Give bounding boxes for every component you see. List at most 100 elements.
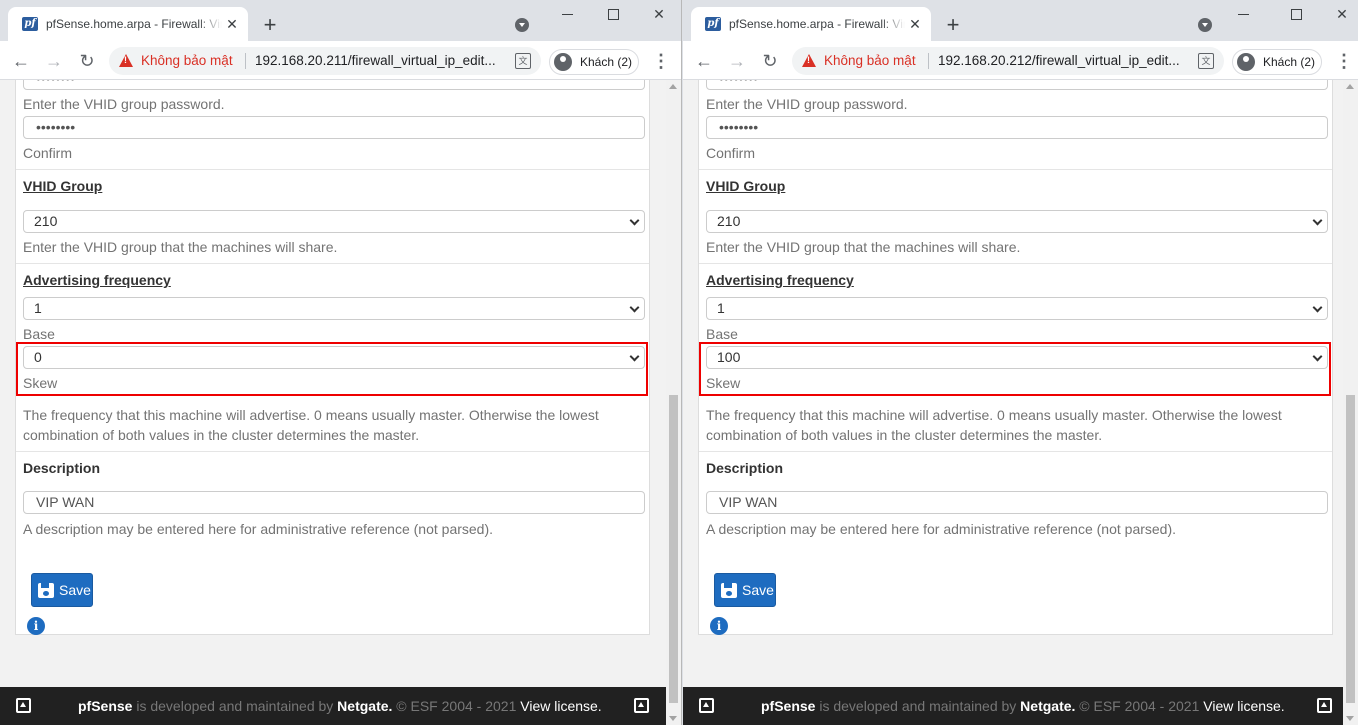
vhid-password-confirm-field[interactable]: •••••••• xyxy=(23,116,645,139)
save-button[interactable]: Save xyxy=(714,573,776,607)
scroll-down-arrow-icon[interactable] xyxy=(1346,716,1354,721)
profile-button[interactable]: Khách (2) xyxy=(1232,49,1322,75)
vhid-group-label: VHID Group xyxy=(23,178,103,194)
confirm-help-text: Confirm xyxy=(706,145,756,161)
base-help-text: Base xyxy=(706,326,738,342)
browser-tab[interactable]: pf pfSense.home.arpa - Firewall: Virtual… xyxy=(691,7,931,41)
page-content: •••••••• Enter the VHID group password. … xyxy=(683,80,1358,687)
vhid-group-select[interactable]: 210 xyxy=(23,210,645,233)
translate-icon[interactable]: 文 xyxy=(515,53,531,69)
browser-window-right: pf pfSense.home.arpa - Firewall: Virtual… xyxy=(683,0,1358,725)
minimize-icon[interactable] xyxy=(560,6,576,22)
chevron-down-icon xyxy=(629,215,640,226)
footer-text-2: © ESF 2004 - 2021 xyxy=(1075,698,1204,714)
back-arrow-icon[interactable]: ← xyxy=(10,50,32,72)
address-bar[interactable]: Không bảo mật 192.168.20.211/firewall_vi… xyxy=(109,47,541,75)
scroll-up-arrow-icon[interactable] xyxy=(1346,84,1354,89)
tab-title: pfSense.home.arpa - Firewall: Virtual IP… xyxy=(46,17,222,31)
menu-kebab-icon[interactable]: ⋮ xyxy=(1335,51,1353,71)
browser-toolbar: ← → ↻ Không bảo mật 192.168.20.211/firew… xyxy=(0,41,681,80)
floppy-disk-icon xyxy=(721,583,737,598)
security-label[interactable]: Không bảo mật xyxy=(141,53,233,68)
vhid-group-select[interactable]: 210 xyxy=(706,210,1328,233)
url-text[interactable]: 192.168.20.211/firewall_virtual_ip_edit.… xyxy=(255,53,496,68)
url-text[interactable]: 192.168.20.212/firewall_virtual_ip_edit.… xyxy=(938,53,1180,68)
tab-title: pfSense.home.arpa - Firewall: Virtual IP… xyxy=(729,17,905,31)
scroll-top-icon[interactable] xyxy=(634,698,649,713)
form-panel: •••••••• Enter the VHID group password. … xyxy=(15,80,650,635)
scroll-down-arrow-icon[interactable] xyxy=(669,716,677,721)
omnibox-divider xyxy=(245,53,246,69)
avatar xyxy=(1237,53,1255,71)
maximize-icon[interactable] xyxy=(1288,6,1304,22)
browser-tab[interactable]: pf pfSense.home.arpa - Firewall: Virtual… xyxy=(8,7,248,41)
view-license-link[interactable]: View license. xyxy=(1203,698,1284,714)
floppy-disk-icon xyxy=(38,583,54,598)
page-scrollbar[interactable] xyxy=(1343,80,1358,725)
close-window-icon[interactable]: ✕ xyxy=(1334,6,1350,22)
row-divider xyxy=(16,263,649,264)
row-divider xyxy=(699,263,1332,264)
description-label: Description xyxy=(706,460,784,476)
vhid-password-field[interactable]: •••••••• xyxy=(23,80,645,90)
tab-search-icon[interactable] xyxy=(1198,18,1212,32)
scroll-top-icon[interactable] xyxy=(699,698,714,713)
footer-text-1: is developed and maintained by xyxy=(815,698,1021,714)
chevron-down-icon xyxy=(1312,302,1323,313)
adv-base-select[interactable]: 1 xyxy=(706,297,1328,320)
vhid-password-field[interactable]: •••••••• xyxy=(706,80,1328,90)
warning-triangle-icon xyxy=(119,54,133,67)
footer-text-2: © ESF 2004 - 2021 xyxy=(392,698,521,714)
tab-close-icon[interactable]: ✕ xyxy=(224,16,240,32)
description-help-text: A description may be entered here for ad… xyxy=(23,521,494,537)
forward-arrow-icon[interactable]: → xyxy=(726,50,748,72)
footer-text: pfSense is developed and maintained by N… xyxy=(78,698,602,714)
description-input[interactable]: VIP WAN xyxy=(706,491,1328,514)
view-license-link[interactable]: View license. xyxy=(520,698,601,714)
tab-strip: pf pfSense.home.arpa - Firewall: Virtual… xyxy=(683,0,1358,41)
page-scrollbar[interactable] xyxy=(666,80,681,725)
close-window-icon[interactable]: ✕ xyxy=(651,6,667,22)
scroll-up-arrow-icon[interactable] xyxy=(669,84,677,89)
vhid-group-value: 210 xyxy=(34,213,58,229)
info-circle-icon[interactable]: i xyxy=(710,617,728,635)
new-tab-button[interactable]: + xyxy=(258,14,282,38)
advertising-frequency-label: Advertising frequency xyxy=(706,272,854,288)
tab-close-icon[interactable]: ✕ xyxy=(907,16,923,32)
footer-text: pfSense is developed and maintained by N… xyxy=(761,698,1285,714)
security-label[interactable]: Không bảo mật xyxy=(824,53,916,68)
profile-button[interactable]: Khách (2) xyxy=(549,49,639,75)
footer-company[interactable]: Netgate. xyxy=(337,698,392,714)
omnibox-divider xyxy=(928,53,929,69)
scroll-top-icon[interactable] xyxy=(16,698,31,713)
reload-icon[interactable]: ↻ xyxy=(759,50,781,72)
vhid-password-confirm-field[interactable]: •••••••• xyxy=(706,116,1328,139)
footer-company[interactable]: Netgate. xyxy=(1020,698,1075,714)
page-footer: pfSense is developed and maintained by N… xyxy=(683,687,1343,725)
scroll-top-icon[interactable] xyxy=(1317,698,1332,713)
adv-base-select[interactable]: 1 xyxy=(23,297,645,320)
warning-triangle-icon xyxy=(802,54,816,67)
minimize-icon[interactable] xyxy=(1236,6,1252,22)
description-input[interactable]: VIP WAN xyxy=(23,491,645,514)
password-help-text: Enter the VHID group password. xyxy=(706,96,908,112)
footer-brand[interactable]: pfSense xyxy=(78,698,132,714)
scrollbar-thumb[interactable] xyxy=(1346,395,1355,703)
new-tab-button[interactable]: + xyxy=(941,14,965,38)
password-help-text: Enter the VHID group password. xyxy=(23,96,225,112)
reload-icon[interactable]: ↻ xyxy=(76,50,98,72)
tab-search-icon[interactable] xyxy=(515,18,529,32)
maximize-icon[interactable] xyxy=(605,6,621,22)
row-divider xyxy=(699,451,1332,452)
address-bar[interactable]: Không bảo mật 192.168.20.212/firewall_vi… xyxy=(792,47,1224,75)
translate-icon[interactable]: 文 xyxy=(1198,53,1214,69)
row-divider xyxy=(16,169,649,170)
scrollbar-thumb[interactable] xyxy=(669,395,678,703)
back-arrow-icon[interactable]: ← xyxy=(693,50,715,72)
info-circle-icon[interactable]: i xyxy=(27,617,45,635)
save-button[interactable]: Save xyxy=(31,573,93,607)
skew-highlight-box xyxy=(699,342,1331,396)
menu-kebab-icon[interactable]: ⋮ xyxy=(652,51,670,71)
forward-arrow-icon[interactable]: → xyxy=(43,50,65,72)
footer-brand[interactable]: pfSense xyxy=(761,698,815,714)
